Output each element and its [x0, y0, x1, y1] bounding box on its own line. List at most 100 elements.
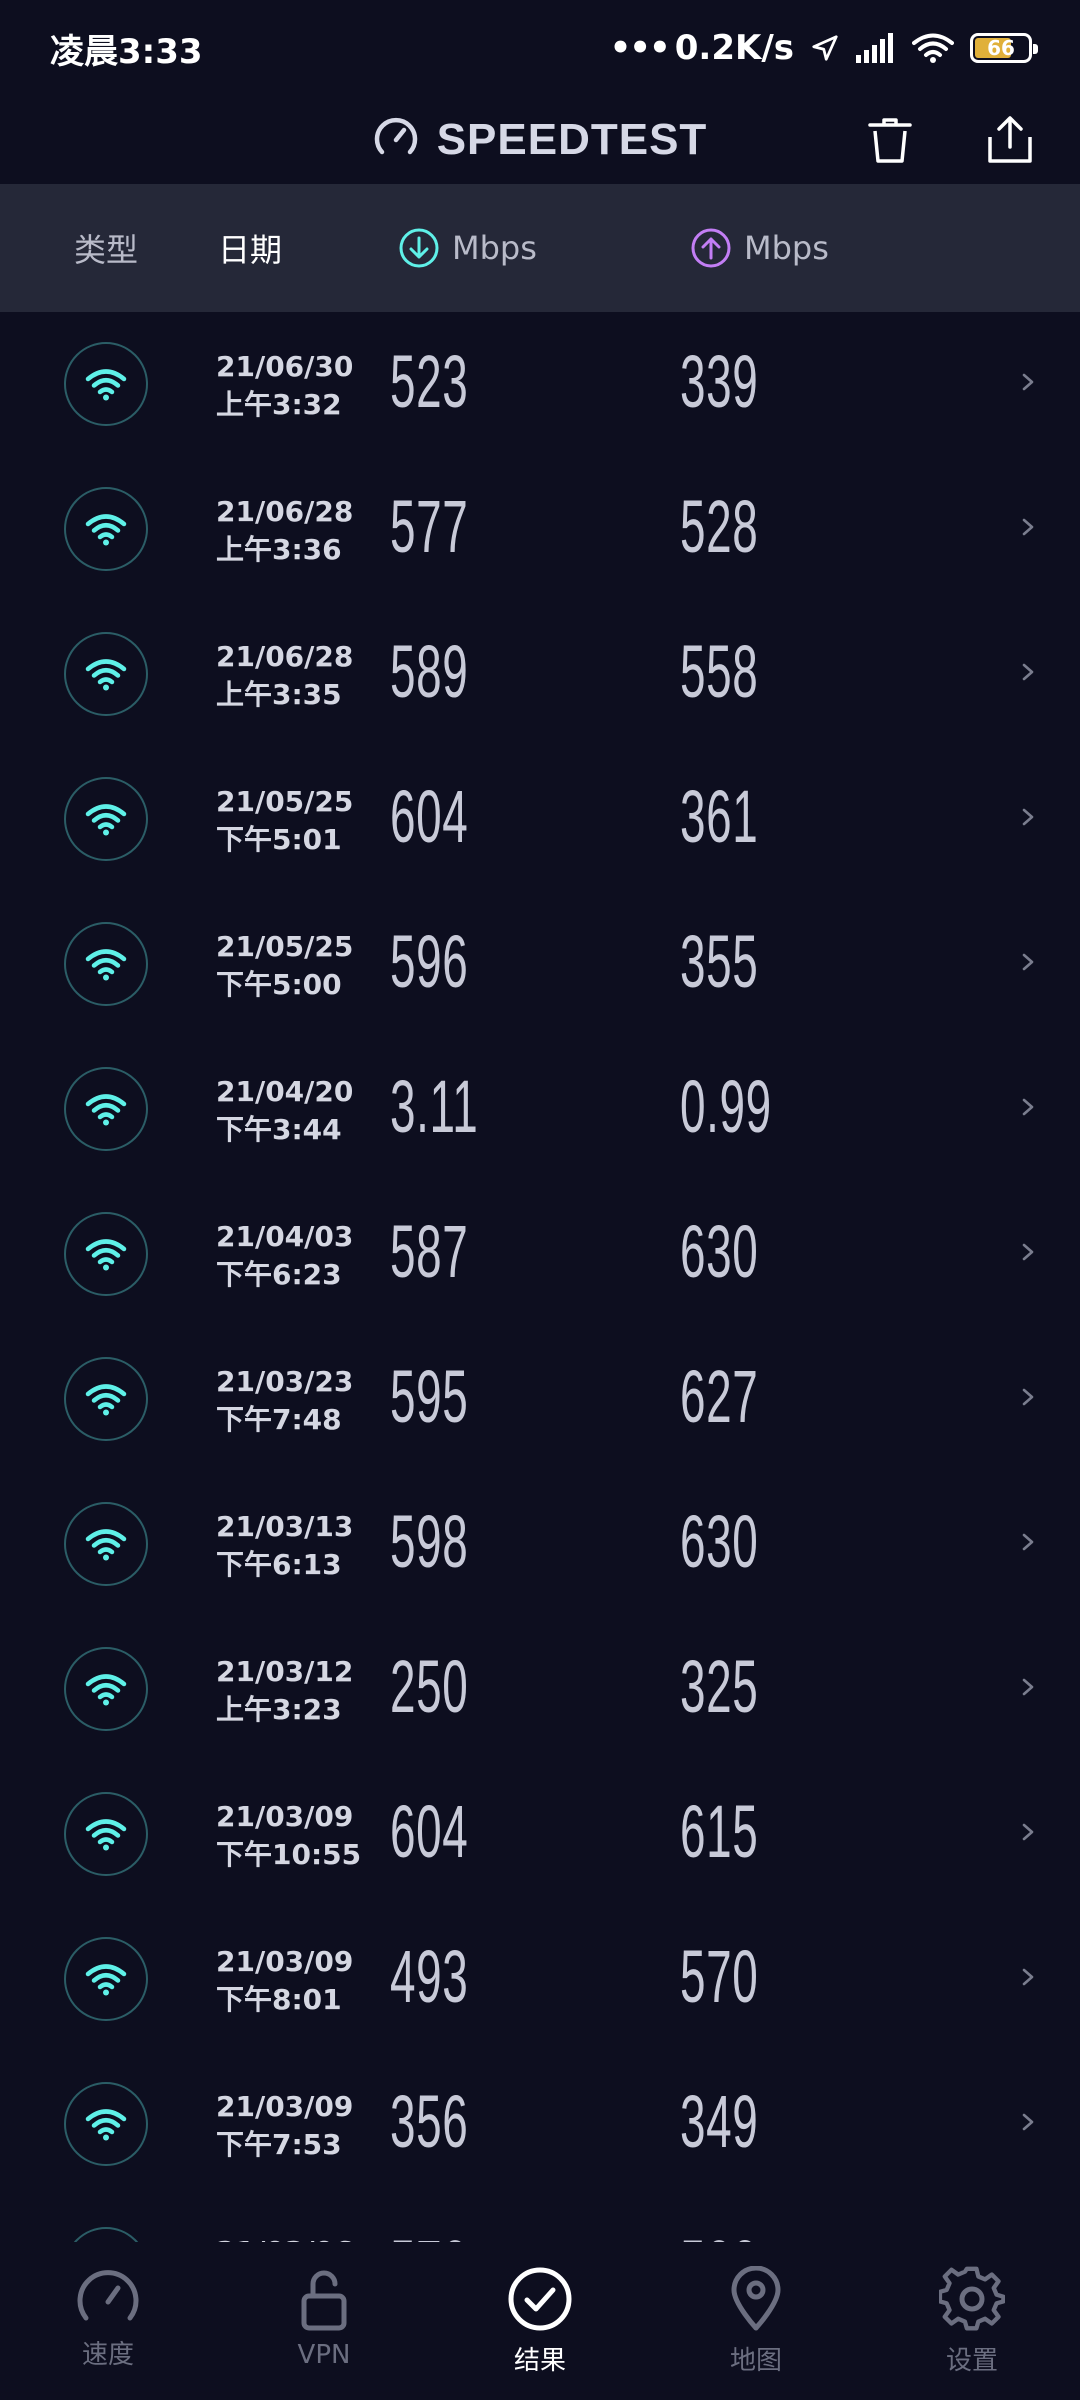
- chevron-right-icon: [1020, 946, 1038, 982]
- download-speed: 589: [390, 630, 469, 713]
- chevron-right-icon: [1020, 1816, 1038, 1852]
- speedometer-icon: [77, 2270, 139, 2321]
- upload-speed: 528: [680, 2225, 758, 2242]
- upload-speed: 349: [680, 2080, 759, 2163]
- result-row[interactable]: 21/03/06 572 528: [0, 2197, 1080, 2242]
- result-time: 上午3:32: [216, 388, 342, 421]
- result-time: 下午3:44: [216, 1113, 342, 1146]
- result-row[interactable]: 21/03/12 上午3:23 250 325: [0, 1617, 1080, 1762]
- download-speed: 595: [390, 1355, 469, 1438]
- upload-arrow-icon: [691, 228, 731, 268]
- status-bar: 凌晨3:33 ••• 0.2K/s 66: [0, 0, 1080, 96]
- result-datetime: 21/05/25 下午5:00: [216, 928, 353, 1004]
- result-row[interactable]: 21/05/25 下午5:01 604 361: [0, 747, 1080, 892]
- wifi-connection-icon: [64, 1067, 148, 1151]
- result-date: 21/06/28: [216, 495, 354, 528]
- unlock-icon: [301, 2270, 347, 2331]
- download-speed: 493: [390, 1935, 469, 2018]
- result-row[interactable]: 21/05/25 下午5:00 596 355: [0, 892, 1080, 1037]
- result-datetime: 21/03/09 下午7:53: [216, 2088, 353, 2164]
- result-time: 上午3:35: [216, 678, 342, 711]
- upload-speed: 528: [680, 485, 759, 568]
- battery-icon: 66: [970, 33, 1038, 63]
- result-time: 下午5:00: [216, 968, 342, 1001]
- share-icon: [988, 116, 1032, 163]
- result-date: 21/03/09: [216, 1800, 354, 1833]
- download-speed: 604: [390, 1790, 469, 1873]
- chevron-right-icon: [1020, 656, 1038, 692]
- wifi-connection-icon: [64, 342, 148, 426]
- download-speed: 356: [390, 2080, 469, 2163]
- results-list[interactable]: 21/06/30 上午3:32 523 339 21/06/28 上午3:36 577 528…: [0, 312, 1080, 2242]
- chevron-right-icon: [1020, 1526, 1038, 1562]
- result-time: 下午10:55: [216, 1838, 362, 1871]
- download-speed: 596: [390, 920, 469, 1003]
- result-time: 下午8:01: [216, 1983, 342, 2016]
- upload-speed: 361: [680, 775, 759, 858]
- wifi-connection-icon: [64, 1792, 148, 1876]
- result-row[interactable]: 21/03/13 下午6:13 598 630: [0, 1472, 1080, 1617]
- result-row[interactable]: 21/03/23 下午7:48 595 627: [0, 1327, 1080, 1472]
- speedometer-logo-icon: [373, 115, 419, 165]
- result-row[interactable]: 21/03/09 下午10:55 604 615: [0, 1762, 1080, 1907]
- upload-speed: 0.99: [680, 1065, 772, 1148]
- result-row[interactable]: 21/04/20 下午3:44 3.11 0.99: [0, 1037, 1080, 1182]
- result-date: 21/03/06: [216, 2233, 353, 2242]
- result-time: 下午6:23: [216, 1258, 342, 1291]
- result-row[interactable]: 21/06/30 上午3:32 523 339: [0, 312, 1080, 457]
- result-datetime: 21/05/25 下午5:01: [216, 783, 353, 859]
- column-download-sort[interactable]: Mbps: [398, 227, 537, 269]
- result-datetime: 21/03/23 下午7:48: [216, 1363, 353, 1439]
- status-time: 凌晨3:33: [50, 31, 203, 72]
- upload-speed: 615: [680, 1790, 759, 1873]
- download-speed: 250: [390, 1645, 469, 1728]
- result-date: 21/03/13: [216, 1510, 354, 1543]
- chevron-right-icon: [1020, 2106, 1038, 2142]
- result-datetime: 21/04/03 下午6:23: [216, 1218, 353, 1294]
- share-button[interactable]: [980, 110, 1040, 170]
- wifi-connection-icon: [64, 1212, 148, 1296]
- result-time: 下午6:13: [216, 1548, 342, 1581]
- wifi-connection-icon: [64, 777, 148, 861]
- upload-speed: 627: [680, 1355, 759, 1438]
- result-time: 下午7:53: [216, 2128, 342, 2161]
- wifi-connection-icon: [64, 632, 148, 716]
- nav-map-tab[interactable]: 地图: [648, 2242, 864, 2400]
- result-date: 21/04/20: [216, 1075, 354, 1108]
- result-time: 下午7:48: [216, 1403, 342, 1436]
- upload-speed: 355: [680, 920, 759, 1003]
- signal-icon: [856, 33, 896, 63]
- column-type-sort[interactable]: 类型: [74, 225, 138, 271]
- network-speed: 0.2K/s: [674, 28, 794, 68]
- wifi-status-icon: [912, 32, 954, 64]
- result-row[interactable]: 21/04/03 下午6:23 587 630: [0, 1182, 1080, 1327]
- result-row[interactable]: 21/03/09 下午8:01 493 570: [0, 1907, 1080, 2052]
- speedtest-logo: SPEEDTEST: [373, 115, 708, 165]
- result-datetime: 21/06/28 上午3:35: [216, 638, 353, 714]
- download-speed: 523: [390, 340, 469, 423]
- download-speed: 577: [390, 485, 469, 568]
- result-datetime: 21/03/13 下午6:13: [216, 1508, 353, 1584]
- column-date-sort[interactable]: 日期: [218, 225, 282, 271]
- download-speed: 3.11: [390, 1065, 479, 1148]
- download-speed: 587: [390, 1210, 469, 1293]
- nav-vpn-tab[interactable]: VPN: [216, 2242, 432, 2400]
- delete-button[interactable]: [860, 110, 920, 170]
- nav-settings-tab[interactable]: 设置: [864, 2242, 1080, 2400]
- column-upload-sort[interactable]: Mbps: [690, 227, 829, 269]
- result-row[interactable]: 21/06/28 上午3:35 589 558: [0, 602, 1080, 747]
- result-row[interactable]: 21/03/09 下午7:53 356 349: [0, 2052, 1080, 2197]
- wifi-connection-icon: [64, 2227, 148, 2242]
- location-arrow-icon: [810, 33, 840, 63]
- battery-level: 66: [987, 36, 1015, 60]
- wifi-connection-icon: [64, 1937, 148, 2021]
- result-row[interactable]: 21/06/28 上午3:36 577 528: [0, 457, 1080, 602]
- status-icons: ••• 0.2K/s 66: [610, 28, 1038, 68]
- results-column-header: 类型 日期 Mbps Mbps: [0, 184, 1080, 312]
- nav-speed-tab[interactable]: 速度: [0, 2242, 216, 2400]
- result-datetime: 21/03/09 下午10:55: [216, 1798, 361, 1874]
- wifi-connection-icon: [64, 1357, 148, 1441]
- result-datetime: 21/04/20 下午3:44: [216, 1073, 353, 1149]
- header-actions: [860, 110, 1040, 170]
- nav-results-tab[interactable]: 结果: [432, 2242, 648, 2400]
